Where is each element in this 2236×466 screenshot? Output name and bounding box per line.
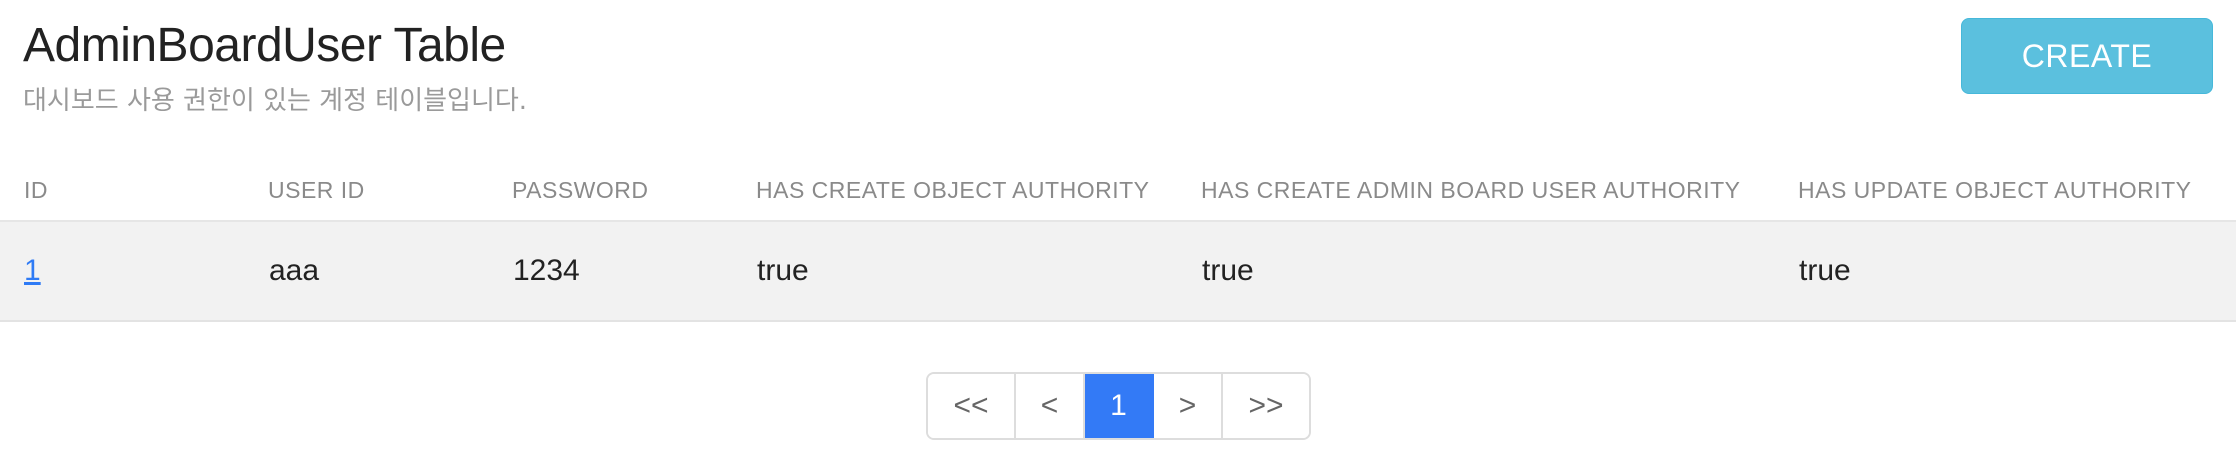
table-body: 1 aaa 1234 true true true (0, 221, 2236, 322)
table-header: ID USER ID PASSWORD HAS CREATE OBJECT AU… (0, 160, 2236, 222)
pagination: << < 1 > >> (926, 372, 1311, 440)
table-row: 1 aaa 1234 true true true (0, 221, 2236, 322)
page-subtitle: 대시보드 사용 권한이 있는 계정 테이블입니다. (23, 86, 528, 116)
create-button[interactable]: CREATE (1961, 18, 2213, 94)
page-title: AdminBoardUser Table (23, 19, 506, 72)
last-page-button[interactable]: >> (1223, 374, 1309, 438)
column-header-has-create-object-authority[interactable]: HAS CREATE OBJECT AUTHORITY (756, 160, 1201, 222)
row-id-link[interactable]: 1 (24, 254, 41, 287)
column-header-has-update-object-authority[interactable]: HAS UPDATE OBJECT AUTHORITY (1798, 160, 2236, 222)
admin-board-user-table: ID USER ID PASSWORD HAS CREATE OBJECT AU… (0, 160, 2236, 322)
cell-has-create-admin-board-user-authority: true (1201, 221, 1798, 322)
first-page-button[interactable]: << (928, 374, 1016, 438)
admin-board-user-page: AdminBoardUser Table 대시보드 사용 권한이 있는 계정 테… (0, 0, 2236, 466)
next-page-button[interactable]: > (1154, 374, 1223, 438)
current-page-button[interactable]: 1 (1085, 374, 1154, 438)
previous-page-button[interactable]: < (1016, 374, 1085, 438)
column-header-id[interactable]: ID (0, 160, 268, 222)
column-header-user-id[interactable]: USER ID (268, 160, 512, 222)
cell-has-update-object-authority: true (1798, 221, 2236, 322)
cell-password: 1234 (512, 221, 756, 322)
cell-user-id: aaa (268, 221, 512, 322)
cell-has-create-object-authority: true (756, 221, 1201, 322)
table-header-row: ID USER ID PASSWORD HAS CREATE OBJECT AU… (0, 160, 2236, 222)
column-header-has-create-admin-board-user-authority[interactable]: HAS CREATE ADMIN BOARD USER AUTHORITY (1201, 160, 1798, 222)
cell-id: 1 (0, 221, 268, 322)
column-header-password[interactable]: PASSWORD (512, 160, 756, 222)
